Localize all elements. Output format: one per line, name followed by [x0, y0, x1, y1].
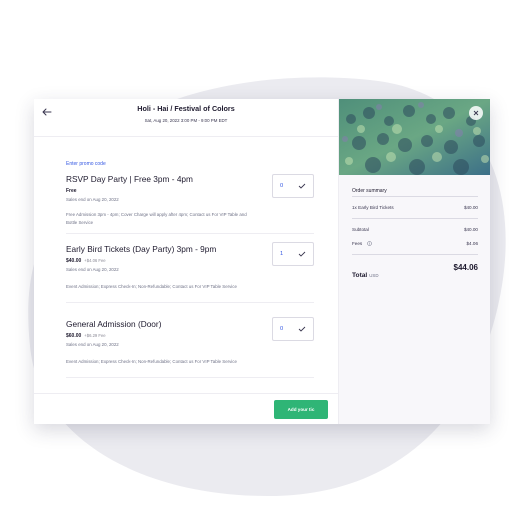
order-summary-title: Order summary: [352, 188, 387, 194]
ticket-description: Free Admission 3pm - 4pm; Cover Charge w…: [66, 212, 247, 225]
info-icon[interactable]: [366, 241, 372, 247]
ticket-fee: +$6.29 Fee: [84, 333, 106, 338]
summary-fees: Fees $4.06: [352, 241, 479, 247]
ticket-sales-end: Sales end on Aug 20, 2022: [66, 267, 119, 272]
total-amount: $44.06: [453, 263, 478, 272]
ticket-fee: +$4.06 Fee: [84, 258, 106, 263]
fees-amount: $4.06: [466, 241, 479, 246]
summary-divider: [352, 196, 478, 197]
line-item-amount: $40.00: [463, 205, 478, 210]
chevron-down-icon: [298, 251, 306, 257]
subtotal-label: Subtotal: [352, 227, 369, 232]
ticket-divider: [66, 233, 314, 234]
ticket-description: Event Admission; Express Check-In; Non-R…: [66, 359, 237, 364]
chevron-down-icon: [298, 183, 306, 189]
summary-total: Total USD $44.06: [352, 263, 478, 282]
fees-label: Fees: [352, 241, 363, 246]
total-currency: USD: [369, 273, 379, 278]
quantity-selector-early-bird[interactable]: 1: [272, 242, 314, 266]
quantity-value: 0: [280, 326, 284, 332]
event-title: Holi - Hai / Festival of Colors: [137, 104, 235, 113]
summary-divider: [352, 218, 478, 219]
subtotal-amount: $40.00: [463, 227, 478, 232]
summary-subtotal: Subtotal $40.00: [352, 227, 478, 232]
quantity-value: 1: [280, 251, 284, 257]
quantity-selector-rsvp[interactable]: 0: [272, 174, 314, 198]
checkout-modal: Holi - Hai / Festival of Colors Sat, Aug…: [34, 99, 490, 424]
modal-header: Holi - Hai / Festival of Colors Sat, Aug…: [34, 99, 338, 137]
event-date: Sat, Aug 20, 2022 3:00 PM - 9:00 PM EDT: [144, 118, 228, 123]
close-icon: [473, 110, 479, 116]
ticket-sales-end: Sales end on Aug 20, 2022: [66, 342, 119, 347]
summary-divider: [352, 254, 478, 255]
ticket-selection-pane: Holi - Hai / Festival of Colors Sat, Aug…: [34, 99, 338, 424]
close-button[interactable]: [469, 106, 483, 120]
ticket-divider: [66, 302, 314, 303]
order-summary-pane: Order summary 1x Early Bird Tickets $40.…: [338, 99, 490, 424]
ticket-description: Event Admission; Express Check-In; Non-R…: [66, 284, 237, 289]
line-item-label: 1x Early Bird Tickets: [352, 205, 394, 210]
add-tickets-button[interactable]: Add your tic: [274, 400, 328, 419]
quantity-selector-general[interactable]: 0: [272, 317, 314, 341]
promo-code-link[interactable]: Enter promo code: [66, 161, 106, 167]
chevron-down-icon: [298, 326, 306, 332]
event-hero-image: [339, 99, 490, 175]
total-label: Total: [352, 272, 368, 279]
summary-line-item: 1x Early Bird Tickets $40.00: [352, 205, 478, 210]
ticket-divider: [66, 377, 314, 378]
quantity-value: 0: [280, 183, 284, 189]
